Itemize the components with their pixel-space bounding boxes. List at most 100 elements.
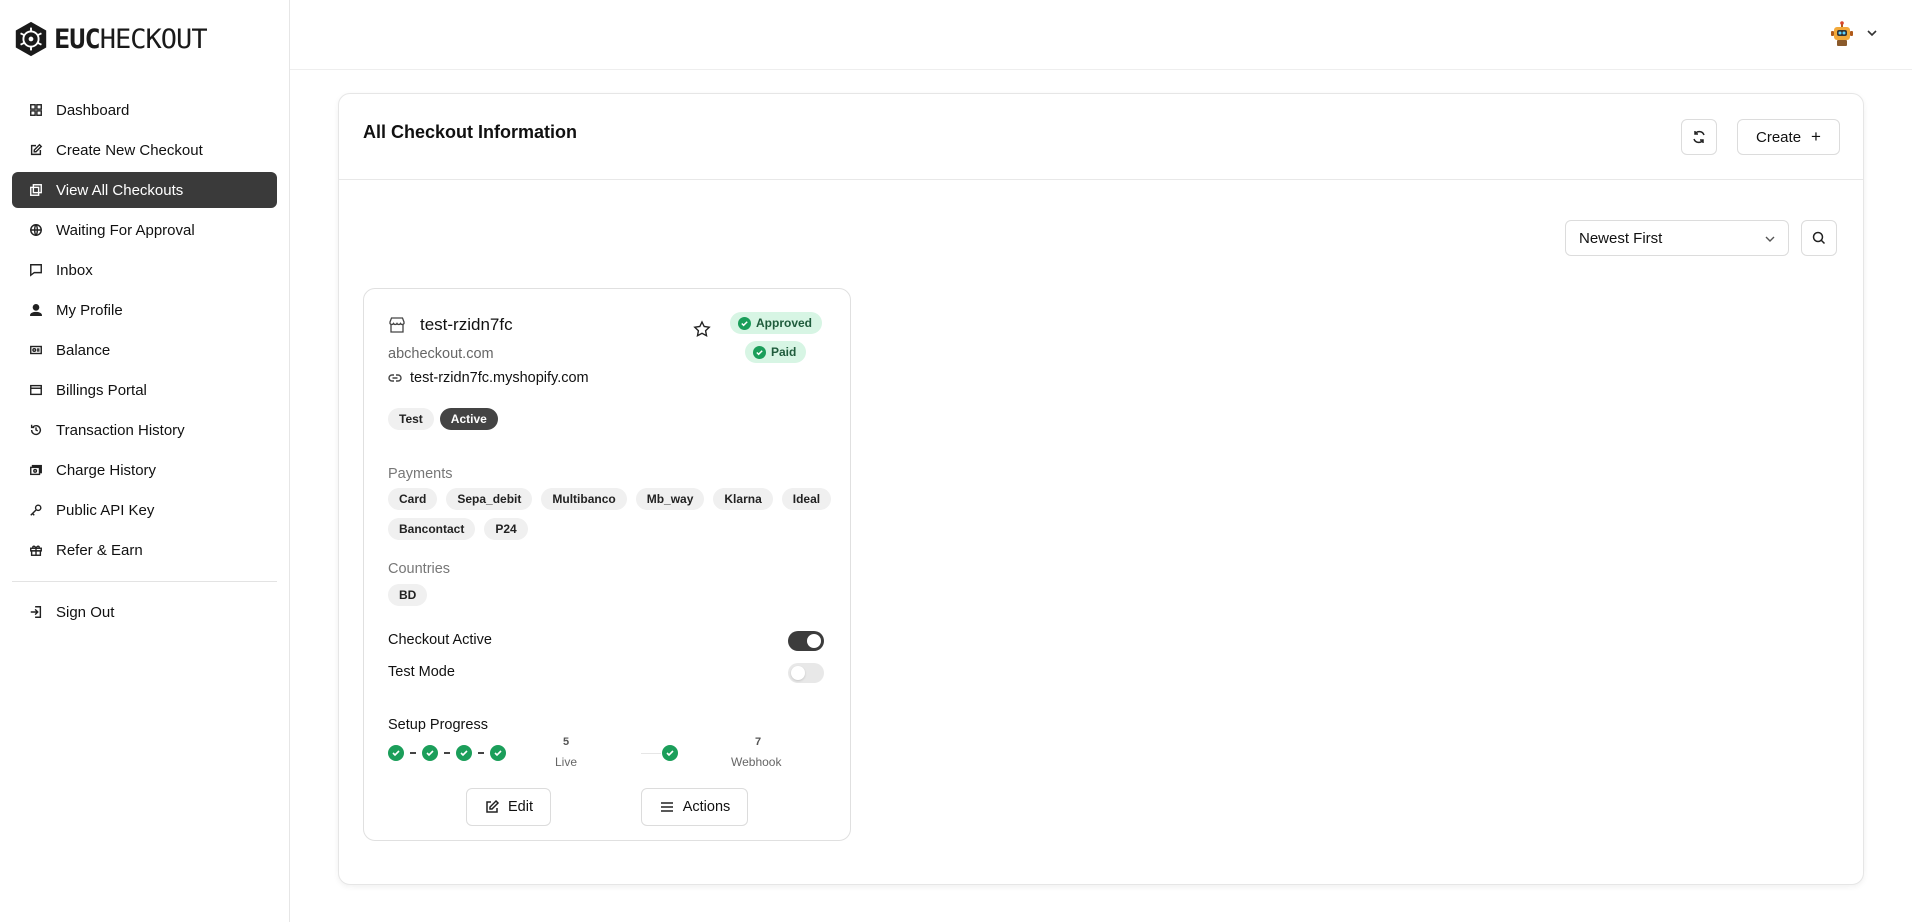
menu-icon [660,802,673,812]
test-mode-label: Test Mode [388,664,455,680]
checkout-active-toggle[interactable] [788,631,824,651]
top-bar [290,0,1912,70]
payment-method-sepa-debit: Sepa_debit [446,488,533,510]
checkout-active-label: Checkout Active [388,632,492,648]
sort-select[interactable]: Newest First [1565,220,1789,256]
countries-row: BD [388,584,436,606]
sidebar-item-label: Waiting For Approval [56,221,195,239]
toggle-knob [791,666,805,680]
step-connector [478,752,484,754]
sidebar-item-dashboard[interactable]: Dashboard [12,92,277,128]
checkout-domain: abcheckout.com [388,346,494,362]
edit-square-icon [28,142,44,158]
check-circle-icon [738,316,751,330]
sidebar-item-view-all-checkouts[interactable]: View All Checkouts [12,172,277,208]
chevron-down-icon [1765,236,1775,242]
sign-out-button[interactable]: Sign Out [12,594,277,630]
status-badge-paid: Paid [745,341,807,363]
step-connector [641,753,661,754]
status-badge-approved: Approved [730,312,823,334]
credit-card-icon [28,382,44,398]
sidebar-item-label: My Profile [56,301,123,319]
sidebar-item-label: Inbox [56,261,93,279]
payment-method-bancontact: Bancontact [388,518,476,540]
history-icon [28,422,44,438]
brand-logo[interactable]: EUCHECKOUT [0,0,289,78]
payment-method-ideal: Ideal [781,488,832,510]
sidebar-item-label: View All Checkouts [56,181,184,199]
checkouts-panel: All Checkout Information Create + Newest… [338,93,1864,885]
store-url-link[interactable]: test-rzidn7fc.myshopify.com [388,370,589,386]
gift-icon [28,542,44,558]
payments-row-1: Card Sepa_debit Multibanco Mb_way Klarna… [388,488,840,510]
sort-select-value: Newest First [1579,229,1663,247]
search-icon [1812,231,1826,245]
sidebar-item-refer-earn[interactable]: Refer & Earn [12,532,277,568]
step-connector [410,752,416,754]
sidebar-item-billings-portal[interactable]: Billings Portal [12,372,277,408]
status-badge-label: Paid [771,345,797,359]
actions-button[interactable]: Actions [641,788,748,826]
search-button[interactable] [1801,220,1837,256]
logo-text-rest: HECKOUT [99,23,208,55]
sidebar-item-charge-history[interactable]: Charge History [12,452,277,488]
sign-out-label: Sign Out [56,603,115,621]
refresh-button[interactable] [1681,119,1717,155]
sidebar-item-label: Transaction History [56,421,185,439]
payment-method-mb-way: Mb_way [635,488,705,510]
checkout-card: test-rzidn7fc Approved Paid abcheckout.c… [363,288,851,841]
robot-avatar-icon[interactable] [1828,20,1856,48]
store-icon [389,317,405,333]
page-title: All Checkout Information [363,122,578,142]
create-button[interactable]: Create + [1737,119,1840,155]
create-button-label: Create [1756,128,1802,146]
link-icon [388,374,402,382]
sidebar-item-balance[interactable]: Balance [12,332,277,368]
setup-progress-steps [388,745,506,761]
step-complete-icon [662,745,678,761]
edit-button[interactable]: Edit [466,788,551,826]
sidebar-item-label: Dashboard [56,101,130,119]
step-complete-icon [456,745,472,761]
payment-method-p24: P24 [484,518,528,540]
sidebar-item-waiting-for-approval[interactable]: Waiting For Approval [12,212,277,248]
payment-method-multibanco: Multibanco [541,488,627,510]
star-icon[interactable] [693,320,711,338]
sidebar-item-my-profile[interactable]: My Profile [12,292,277,328]
step-complete-icon [422,745,438,761]
sidebar-item-label: Balance [56,341,111,359]
sidebar-item-label: Charge History [56,461,157,479]
countries-label: Countries [388,561,451,577]
step-live-label: Live [555,755,578,769]
sidebar-item-create-new-checkout[interactable]: Create New Checkout [12,132,277,168]
grid-icon [28,102,44,118]
country-bd: BD [388,584,428,606]
tag-test: Test [388,408,434,430]
copy-icon [28,182,44,198]
main-content: All Checkout Information Create + Newest… [290,0,1912,922]
message-icon [28,262,44,278]
checkout-title: test-rzidn7fc [420,315,513,334]
payments-row-2: Bancontact P24 [388,518,537,540]
status-badge-label: Approved [756,316,813,330]
setup-progress-label: Setup Progress [388,717,488,733]
sign-out-icon [28,604,44,620]
checkout-tags: Test Active [388,408,504,430]
chevron-down-icon[interactable] [1866,27,1878,39]
sidebar-item-inbox[interactable]: Inbox [12,252,277,288]
test-mode-toggle[interactable] [788,663,824,683]
sidebar-item-label: Refer & Earn [56,541,143,559]
banknote-icon [28,462,44,478]
step-live-number: 5 [563,736,570,748]
sidebar-item-label: Create New Checkout [56,141,203,159]
sidebar-item-transaction-history[interactable]: Transaction History [12,412,277,448]
logo-text: EUCHECKOUT [54,23,208,55]
edit-icon [486,799,500,813]
step-connector [444,752,450,754]
step-complete-icon [388,745,404,761]
panel-header: All Checkout Information Create + [339,94,1863,180]
sidebar-item-public-api-key[interactable]: Public API Key [12,492,277,528]
toggle-knob [807,634,821,648]
refresh-icon [1693,130,1705,144]
payment-method-klarna: Klarna [713,488,773,510]
